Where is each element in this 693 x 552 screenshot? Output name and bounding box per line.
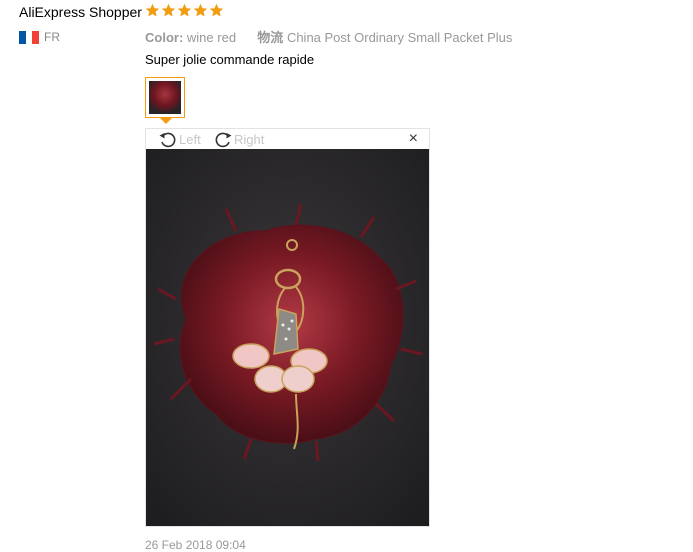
- star-icon: [177, 3, 192, 17]
- country-code: FR: [44, 30, 60, 44]
- logistics-value: China Post Ordinary Small Packet Plus: [286, 30, 513, 45]
- buyer-country: FR: [19, 30, 60, 44]
- color-value: wine red: [186, 30, 237, 45]
- rotate-left-icon: [159, 132, 176, 148]
- rating-stars: [145, 3, 224, 18]
- review-photo: [146, 149, 429, 526]
- shopper-name: AliExpress Shopper: [19, 4, 142, 20]
- thumbnail-pointer: [160, 118, 172, 124]
- review-date: 26 Feb 2018 09:04: [145, 538, 246, 552]
- star-icon: [209, 3, 224, 17]
- rotate-left-label: Left: [179, 131, 201, 147]
- logistics-label: 物流: [257, 30, 284, 45]
- review-photo-thumbnail[interactable]: [145, 77, 185, 118]
- viewer-toolbar: Left Right ×: [146, 129, 429, 149]
- color-label: Color:: [145, 30, 184, 45]
- review-text: Super jolie commande rapide: [145, 52, 315, 67]
- close-icon[interactable]: ×: [409, 131, 418, 147]
- photo-viewer: Left Right ×: [145, 128, 430, 527]
- rotate-right-button[interactable]: Right: [213, 130, 264, 148]
- rotate-right-icon: [215, 132, 232, 148]
- star-icon: [145, 3, 160, 17]
- star-icon: [193, 3, 208, 17]
- order-attributes: Color: wine red 物流 China Post Ordinary S…: [145, 27, 512, 46]
- rotate-right-label: Right: [234, 131, 265, 147]
- star-icon: [161, 3, 176, 17]
- france-flag-icon: [19, 30, 40, 44]
- rotate-left-button[interactable]: Left: [158, 130, 201, 148]
